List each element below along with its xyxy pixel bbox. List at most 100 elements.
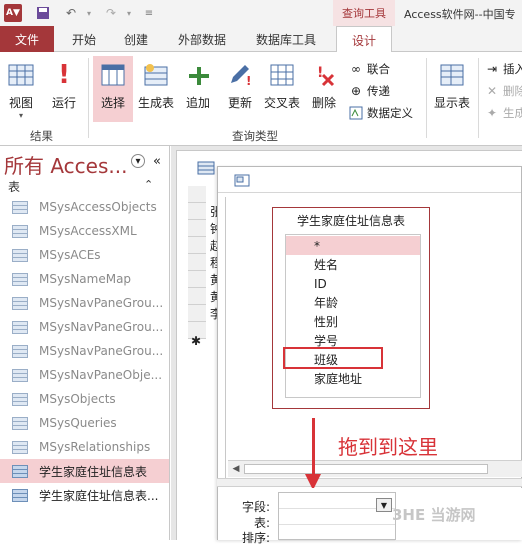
query-tools-context-label: 查询工具 [333, 0, 395, 26]
nav-table-item[interactable]: MSysNavPaneGrou... [0, 291, 169, 315]
nav-pane-title[interactable]: 所有 Acces... [4, 150, 127, 179]
insert-rows-button[interactable]: ⇥ 插入 [484, 60, 522, 78]
redo-icon[interactable]: ↷ [102, 4, 120, 22]
nav-table-item[interactable]: MSysRelationships [0, 435, 169, 459]
globe-icon: ⊕ [350, 84, 362, 98]
undo-icon[interactable]: ↶ [62, 4, 80, 22]
append-button[interactable]: 追加 [180, 56, 216, 122]
save-icon[interactable] [34, 4, 52, 22]
show-table-button[interactable]: 显示表 [432, 56, 472, 122]
builder-button[interactable]: ✦ 生成 [484, 104, 522, 122]
table-icon [12, 392, 28, 406]
tab-home[interactable]: 开始 [62, 26, 106, 52]
nav-table-item[interactable]: MSysObjects [0, 387, 169, 411]
nav-table-item[interactable]: MSysAccessXML [0, 219, 169, 243]
pass-through-button[interactable]: ⊕ 传递 [348, 82, 390, 100]
pane-splitter[interactable] [217, 478, 522, 487]
field-item[interactable]: 家庭地址 [286, 369, 420, 388]
row-selector[interactable] [188, 271, 206, 288]
datasheet-view-icon [6, 60, 36, 90]
access-app-icon[interactable]: A▼ [4, 4, 22, 22]
results-group-label: 结果 [30, 129, 53, 143]
svg-text:!: ! [246, 74, 251, 87]
nav-table-item[interactable]: MSysNavPaneObje... [0, 363, 169, 387]
drag-source-highlight [283, 347, 383, 369]
table-icon [12, 464, 28, 478]
customize-toolbar-icon[interactable]: ≡ [140, 4, 158, 22]
row-selector[interactable] [188, 288, 206, 305]
field-item[interactable]: 性别 [286, 312, 420, 331]
field-item[interactable]: 年龄 [286, 293, 420, 312]
crosstab-button[interactable]: 交叉表 [262, 56, 302, 122]
select-query-button[interactable]: 选择 [93, 56, 133, 122]
nav-table-item[interactable]: 学生家庭住址信息表... [0, 483, 169, 507]
scroll-thumb[interactable] [244, 464, 488, 474]
horizontal-scrollbar[interactable]: ◀ [228, 460, 522, 477]
nav-menu-dropdown-icon[interactable]: ▾ [131, 154, 145, 168]
group-divider [88, 58, 89, 138]
insert-rows-icon: ⇥ [486, 62, 498, 76]
select-query-icon [98, 60, 128, 90]
view-dropdown-icon: ▾ [18, 111, 23, 120]
row-selector[interactable] [188, 305, 206, 322]
update-button[interactable]: ! 更新 [222, 56, 258, 122]
table-icon [12, 248, 28, 262]
nav-table-item[interactable]: MSysACEs [0, 243, 169, 267]
nav-table-item[interactable]: MSysNameMap [0, 267, 169, 291]
tab-file[interactable]: 文件 [0, 26, 54, 52]
field-item[interactable]: 姓名 [286, 255, 420, 274]
row-selector[interactable] [188, 203, 206, 220]
table-icon [12, 296, 28, 310]
nav-table-item[interactable]: MSysAccessObjects [0, 195, 169, 219]
nav-section-tables[interactable]: 表 [8, 178, 20, 195]
field-list-window[interactable]: 学生家庭住址信息表 * 姓名 ID 年龄 性别 学号 班级 家庭地址 [272, 207, 430, 409]
table-icon [12, 440, 28, 454]
row-selector[interactable] [188, 254, 206, 271]
field-item[interactable]: ID [286, 274, 420, 293]
field-dropdown-icon[interactable]: ▼ [376, 498, 392, 512]
grid-row-label-field: 字段: [241, 500, 270, 514]
data-definition-button[interactable]: 数据定义 [348, 104, 413, 122]
row-selector[interactable] [188, 237, 206, 254]
tab-design[interactable]: 设计 [336, 26, 392, 53]
row-selector[interactable] [188, 186, 206, 203]
field-item-all[interactable]: * [286, 236, 420, 255]
redo-dropdown-icon[interactable]: ▾ [120, 4, 138, 22]
title-bar: A▼ ↶ ▾ ↷ ▾ ≡ 查询工具 Access软件网--中国专 [0, 0, 522, 26]
table-icon [12, 272, 28, 286]
query-window-icon[interactable] [234, 174, 250, 187]
watermark: 3HE 当游网 [392, 506, 476, 524]
table-icon [12, 200, 28, 214]
delete-query-button[interactable]: ! 删除 [306, 56, 342, 122]
row-selector[interactable] [188, 220, 206, 237]
table-icon [12, 344, 28, 358]
view-button[interactable]: 视图 ▾ [2, 56, 40, 122]
union-button[interactable]: ∞ 联合 [348, 60, 390, 78]
append-plus-icon [183, 60, 213, 90]
builder-wand-icon: ✦ [486, 106, 498, 120]
nav-table-item[interactable]: MSysNavPaneGrou... [0, 339, 169, 363]
nav-table-item-selected[interactable]: 学生家庭住址信息表 [0, 459, 169, 483]
table-icon [12, 416, 28, 430]
delete-rows-button[interactable]: ✕ 删除 [484, 82, 522, 100]
run-exclamation-icon: ! [58, 60, 70, 90]
delete-rows-icon: ✕ [486, 84, 498, 98]
run-button[interactable]: ! 运行 [46, 56, 82, 122]
make-table-button[interactable]: 生成表 [136, 56, 176, 122]
chevron-up-icon[interactable]: ⌃ [144, 178, 153, 191]
scroll-left-icon[interactable]: ◀ [230, 463, 242, 475]
table-icon [12, 488, 28, 502]
nav-table-item[interactable]: MSysQueries [0, 411, 169, 435]
undo-dropdown-icon[interactable]: ▾ [80, 4, 98, 22]
sort-cell[interactable] [279, 525, 395, 541]
table-tab-icon[interactable] [197, 161, 215, 175]
nav-collapse-pane-icon[interactable]: « [150, 154, 164, 169]
field-list-title: 学生家庭住址信息表 [296, 214, 405, 228]
ribbon-tabs: 文件 开始 创建 外部数据 数据库工具 设计 [0, 26, 522, 53]
tab-database-tools[interactable]: 数据库工具 [248, 26, 324, 52]
tab-create[interactable]: 创建 [114, 26, 158, 52]
field-list: * 姓名 ID 年龄 性别 学号 班级 家庭地址 [285, 234, 421, 398]
crosstab-icon [267, 60, 297, 90]
tab-external-data[interactable]: 外部数据 [170, 26, 234, 52]
nav-table-item[interactable]: MSysNavPaneGrou... [0, 315, 169, 339]
